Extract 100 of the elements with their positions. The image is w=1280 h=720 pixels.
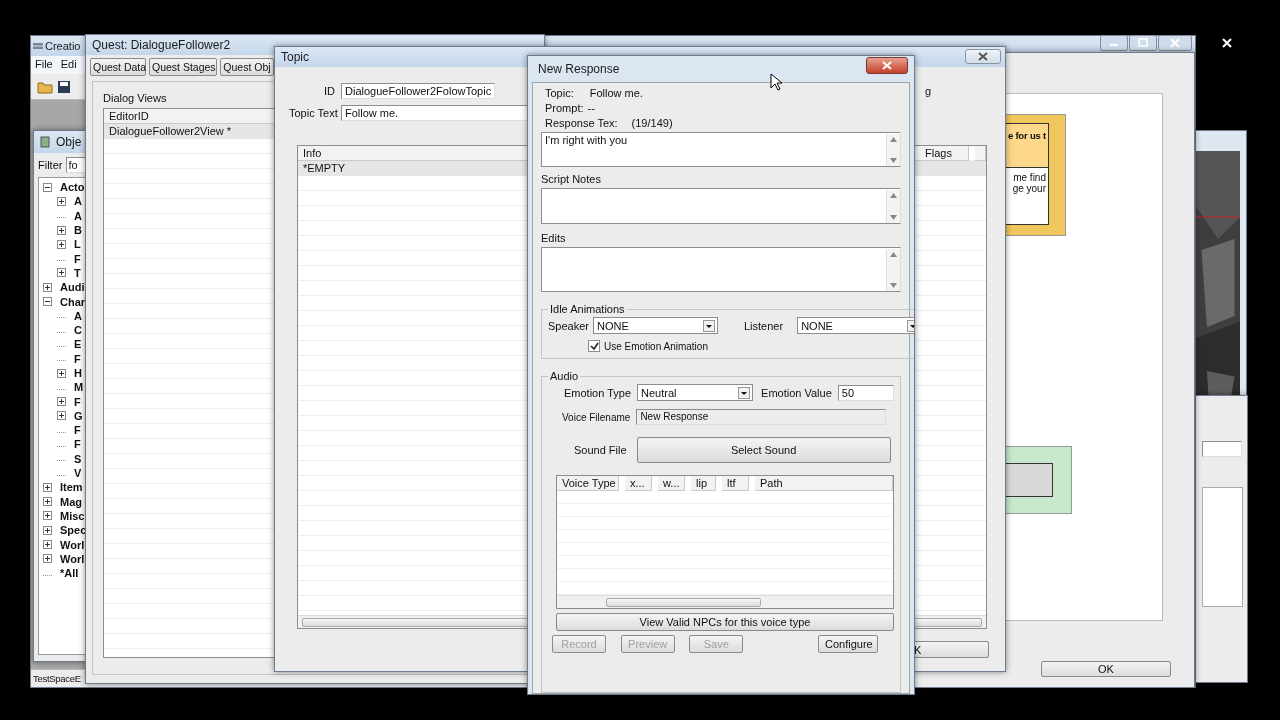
tree-item[interactable]: L: [74, 238, 81, 251]
scroll-up-icon[interactable]: [890, 193, 897, 198]
expand-icon[interactable]: [43, 482, 52, 492]
node-title: e for us t: [1007, 130, 1046, 141]
voice-filename-field: New Response: [636, 409, 887, 425]
close-button[interactable]: [866, 57, 908, 74]
view-npcs-button[interactable]: View Valid NPCs for this voice type: [556, 613, 894, 631]
scroll-up-icon[interactable]: [890, 252, 897, 257]
close-icon: [882, 61, 892, 70]
minimize-icon[interactable]: [1100, 35, 1128, 51]
emotion-value-field[interactable]: 50: [837, 384, 894, 401]
close-button[interactable]: [965, 49, 1001, 64]
prompt-value: --: [587, 102, 595, 114]
field-label: Prompt:: [545, 102, 584, 114]
tab[interactable]: Quest Obj: [220, 58, 274, 76]
node-text: ge your: [1012, 183, 1046, 194]
tree-item[interactable]: Char: [60, 295, 86, 308]
tree-item[interactable]: F: [74, 424, 81, 437]
scroll-down-icon[interactable]: [890, 283, 897, 288]
tree-item[interactable]: E: [74, 338, 82, 351]
column-header[interactable]: w...: [658, 476, 685, 491]
expand-icon[interactable]: [43, 497, 52, 507]
expand-icon[interactable]: [57, 368, 66, 378]
tree-item[interactable]: Worl: [60, 538, 85, 551]
horizontal-scrollbar[interactable]: [557, 595, 893, 608]
column-header[interactable]: ltf: [722, 476, 749, 491]
column-header[interactable]: Voice Type: [557, 476, 619, 491]
expand-icon[interactable]: [57, 239, 66, 249]
scroll-down-icon[interactable]: [890, 215, 897, 220]
field-label: g: [924, 85, 931, 97]
checkbox[interactable]: [588, 340, 600, 352]
topic-value: Follow me.: [589, 87, 643, 99]
field-label: Voice Filename: [562, 411, 631, 423]
menu-item[interactable]: File: [33, 58, 55, 72]
edits-area[interactable]: [541, 247, 901, 292]
character-count: (19/149): [631, 117, 673, 129]
tree-item[interactable]: A: [74, 309, 82, 322]
expand-icon[interactable]: [43, 554, 52, 564]
tree-item[interactable]: F: [74, 352, 81, 365]
tree-item[interactable]: F: [74, 395, 81, 408]
expand-icon[interactable]: [43, 540, 52, 550]
expand-icon[interactable]: [57, 268, 66, 278]
scroll-up-icon[interactable]: [890, 137, 897, 142]
emotion-type-dropdown[interactable]: Neutral: [637, 384, 754, 401]
tree-item[interactable]: V: [74, 467, 82, 480]
checkbox-label: Use Emotion Animation: [604, 340, 708, 352]
tree-item[interactable]: C: [74, 324, 82, 337]
tree-item[interactable]: T: [74, 266, 81, 279]
collapse-icon[interactable]: [43, 182, 52, 192]
field-label: Speaker: [548, 319, 589, 332]
window-title: Creatio: [45, 40, 81, 52]
field-label: Edits: [541, 232, 567, 244]
input-field[interactable]: [1202, 441, 1242, 457]
speaker-dropdown[interactable]: NONE: [593, 317, 718, 334]
expand-icon[interactable]: [43, 282, 52, 292]
window-title: Quest: DialogueFollower2: [92, 38, 231, 52]
window-title: Topic: [281, 50, 309, 64]
script-notes-area[interactable]: [541, 188, 901, 224]
tree-item[interactable]: Worl: [60, 552, 85, 565]
tree-item[interactable]: F: [74, 252, 81, 265]
maximize-icon[interactable]: [1129, 35, 1157, 51]
expand-icon[interactable]: [43, 511, 52, 521]
filter-field[interactable]: fo: [66, 157, 87, 173]
expand-icon[interactable]: [57, 397, 66, 407]
action-button[interactable]: Configure: [817, 635, 878, 653]
id-field[interactable]: DialogueFollower2FolowTopic: [341, 83, 495, 99]
tree-item[interactable]: Mag: [60, 495, 82, 508]
column-header[interactable]: lip: [691, 476, 716, 491]
tree-item[interactable]: Audi: [60, 281, 85, 294]
tree-item[interactable]: G: [74, 409, 83, 422]
collapse-icon[interactable]: [43, 297, 52, 306]
response-text-area[interactable]: I'm right with you: [541, 132, 901, 167]
expand-icon[interactable]: [43, 525, 52, 535]
tree-item[interactable]: B: [74, 224, 82, 237]
tree-item[interactable]: F: [74, 438, 81, 451]
tree-item[interactable]: M: [74, 381, 84, 394]
expand-icon[interactable]: [57, 225, 66, 235]
menu-item[interactable]: Edi: [58, 58, 79, 72]
node-text: me find: [1013, 172, 1046, 183]
tree-item[interactable]: A: [74, 209, 82, 222]
tab[interactable]: Quest Data: [90, 58, 146, 76]
scroll-down-icon[interactable]: [890, 158, 897, 163]
tree-item[interactable]: Spec: [60, 524, 87, 537]
window-title: New Response: [538, 62, 620, 76]
expand-icon[interactable]: [57, 196, 66, 206]
tree-item[interactable]: Acto: [60, 181, 85, 194]
tab[interactable]: Quest Stages: [149, 58, 217, 76]
select-sound-button[interactable]: Select Sound: [636, 437, 891, 463]
tree-item[interactable]: Misc: [60, 509, 85, 522]
tree-item[interactable]: Item: [60, 481, 83, 494]
tree-item[interactable]: A: [74, 195, 82, 208]
tree-item[interactable]: H: [74, 367, 82, 379]
ok-button[interactable]: OK: [1041, 661, 1171, 677]
column-header[interactable]: x...: [625, 476, 652, 491]
column-header[interactable]: Path: [755, 476, 893, 491]
listener-dropdown[interactable]: NONE: [797, 317, 914, 334]
tree-item[interactable]: S: [74, 452, 82, 465]
field-label: Emotion Value: [761, 386, 832, 399]
tree-item[interactable]: *All: [60, 567, 79, 580]
expand-icon[interactable]: [57, 411, 66, 421]
